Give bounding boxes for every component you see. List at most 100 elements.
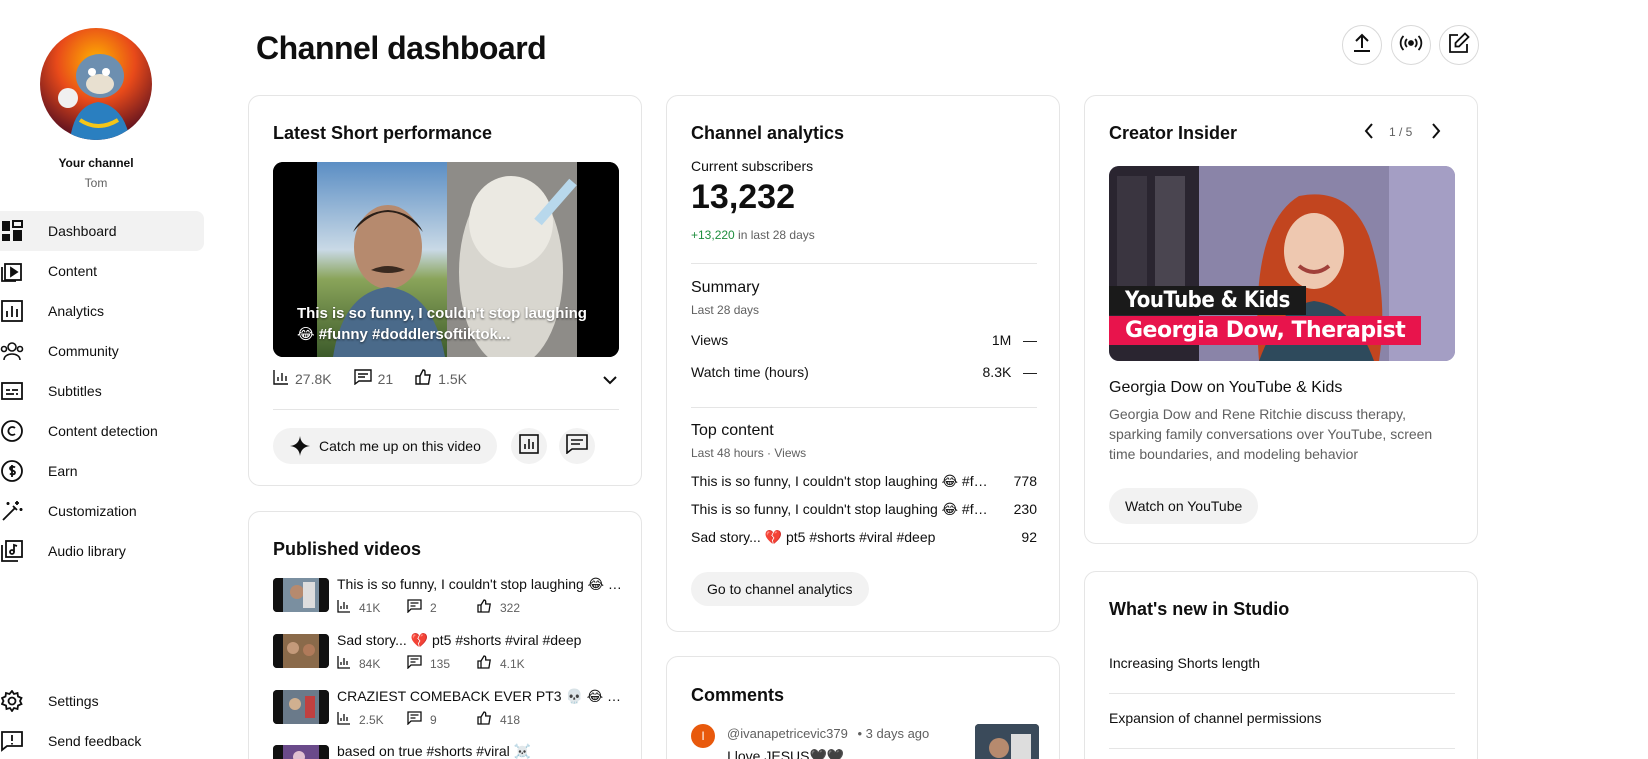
top-content-row[interactable]: Sad story... 💔 pt5 #shorts #viral #deep …	[691, 529, 1037, 546]
short-thumbnail[interactable]: This is so funny, I couldn't stop laughi…	[273, 162, 619, 357]
sidebar-item-content[interactable]: Content	[0, 251, 204, 291]
content-icon	[0, 259, 24, 283]
community-icon	[0, 339, 24, 363]
comments-value: 9	[430, 712, 437, 727]
go-live-button[interactable]	[1391, 25, 1431, 65]
comments-value: 135	[430, 656, 451, 671]
video-thumbnail	[273, 745, 329, 759]
video-title: CRAZIEST COMEBACK EVER PT3 💀 😂 #comedy	[337, 688, 622, 704]
whats-new-item[interactable]: Increasing Shorts length	[1109, 655, 1455, 671]
summary-period: Last 28 days	[691, 303, 760, 317]
short-analytics-button[interactable]	[511, 428, 547, 464]
bar-chart-icon	[273, 369, 295, 388]
comment-author[interactable]: @ivanapetricevic379	[727, 726, 848, 741]
subscribers-value: 13,232	[691, 178, 795, 216]
views-value: 2.5K	[359, 712, 384, 727]
list-item[interactable]: This is so funny, I couldn't stop laughi…	[273, 576, 623, 618]
short-comments-button[interactable]	[559, 428, 595, 464]
sidebar-item-earn[interactable]: Earn	[0, 451, 204, 491]
sidebar-item-label: Subtitles	[48, 383, 102, 399]
comment-icon	[407, 655, 430, 672]
likes-value: 1.5K	[438, 370, 467, 387]
video-thumbnail	[273, 634, 329, 668]
sidebar-item-send-feedback[interactable]: Send feedback	[0, 721, 204, 759]
create-post-button[interactable]	[1439, 25, 1479, 65]
top-content-row[interactable]: This is so funny, I couldn't stop laughi…	[691, 501, 1037, 518]
next-button[interactable]	[1431, 123, 1441, 144]
copyright-icon	[0, 419, 24, 443]
sidebar-item-audio-library[interactable]: Audio library	[0, 531, 204, 571]
comment-meta: @ivanapetricevic379 • 3 days ago	[727, 726, 929, 741]
sidebar-item-subtitles[interactable]: Subtitles	[0, 371, 204, 411]
list-item[interactable]: based on true #shorts #viral ☠️	[273, 743, 623, 759]
comment-icon	[407, 599, 430, 616]
subscribers-change-suffix: in last 28 days	[734, 228, 815, 242]
comment-text: I love JESUS🖤🖤	[727, 748, 845, 759]
comment-time: • 3 days ago	[857, 726, 930, 741]
list-item[interactable]: CRAZIEST COMEBACK EVER PT3 💀 😂 #comedy 2…	[273, 688, 623, 730]
bar-chart-icon	[337, 599, 359, 616]
sidebar-item-dashboard[interactable]: Dashboard	[0, 211, 204, 251]
whats-new-item[interactable]: Expansion of channel permissions	[1109, 710, 1455, 726]
divider	[691, 407, 1037, 408]
thumb-line-1: YouTube & Kids	[1109, 286, 1306, 315]
sidebar-item-analytics[interactable]: Analytics	[0, 291, 204, 331]
channel-name: Tom	[84, 176, 108, 190]
views-stat: 27.8K	[273, 369, 332, 388]
chevron-right-icon	[1431, 123, 1441, 143]
go-to-analytics-button[interactable]: Go to channel analytics	[691, 572, 869, 606]
top-content-title: This is so funny, I couldn't stop laughi…	[691, 473, 991, 489]
top-content-row[interactable]: This is so funny, I couldn't stop laughi…	[691, 473, 1037, 490]
channel-avatar[interactable]	[40, 28, 152, 140]
likes-value: 322	[500, 600, 521, 615]
list-item[interactable]: Sad story... 💔 pt5 #shorts #viral #deep …	[273, 632, 623, 674]
sidebar-item-label: Community	[48, 343, 119, 359]
subscribers-change: +13,220 in last 28 days	[691, 228, 815, 242]
subscribers-label: Current subscribers	[691, 158, 814, 174]
analytics-icon	[0, 299, 24, 323]
watch-on-youtube-button[interactable]: Watch on YouTube	[1109, 488, 1259, 524]
video-thumbnail[interactable]	[975, 724, 1039, 759]
video-title: Sad story... 💔 pt5 #shorts #viral #deep	[337, 632, 582, 648]
create-post-icon	[1448, 31, 1470, 59]
insider-video-title: Georgia Dow on YouTube & Kids	[1109, 379, 1343, 396]
views-value: 84K	[359, 656, 381, 671]
short-stats: 27.8K 21 1.5K	[273, 369, 489, 388]
comment-icon	[353, 369, 378, 388]
thumb-line-2: Georgia Dow, Therapist	[1109, 316, 1422, 345]
video-thumbnail	[273, 578, 329, 612]
sidebar-item-community[interactable]: Community	[0, 331, 204, 371]
avatar[interactable]: I	[691, 724, 715, 748]
insider-description: Georgia Dow and Rene Ritchie discuss the…	[1109, 406, 1433, 462]
likes-stat: 1.5K	[415, 369, 467, 388]
chevron-down-icon	[603, 372, 617, 389]
pager: 1 / 5	[1389, 125, 1413, 139]
feedback-icon	[0, 729, 24, 753]
sidebar-item-label: Send feedback	[48, 733, 142, 749]
sidebar-item-settings[interactable]: Settings	[0, 681, 204, 721]
metric-label: Watch time (hours)	[691, 364, 809, 380]
video-stats: 84K 135 4.1K	[337, 655, 547, 672]
sidebar-item-label: Earn	[48, 463, 78, 479]
sidebar-item-content-detection[interactable]: Content detection	[0, 411, 204, 451]
metric-value: 1M —	[992, 332, 1037, 348]
sidebar-item-label: Content	[48, 263, 98, 279]
likes-value: 418	[500, 712, 521, 727]
insider-thumbnail[interactable]: YouTube & Kids Georgia Dow, Therapist	[1109, 166, 1455, 361]
metric-number: 8.3K	[982, 364, 1012, 380]
go-live-icon	[1399, 32, 1423, 59]
metric-row-views: Views 1M —	[691, 332, 1037, 348]
upload-button[interactable]	[1342, 25, 1382, 65]
sidebar-item-customization[interactable]: Customization	[0, 491, 204, 531]
expand-button[interactable]	[603, 372, 617, 390]
sidebar-item-label: Audio library	[48, 543, 126, 559]
trend-dash: —	[1023, 364, 1037, 380]
metric-row-watch-time: Watch time (hours) 8.3K —	[691, 364, 1037, 380]
audio-library-icon	[0, 539, 24, 563]
video-thumbnail	[273, 690, 329, 724]
prev-button[interactable]	[1364, 123, 1374, 144]
catch-me-up-button[interactable]: Catch me up on this video	[273, 428, 497, 464]
bar-chart-icon	[337, 711, 359, 728]
whats-new-card: What's new in Studio Increasing Shorts l…	[1084, 571, 1478, 759]
card-title: Comments	[691, 685, 785, 705]
